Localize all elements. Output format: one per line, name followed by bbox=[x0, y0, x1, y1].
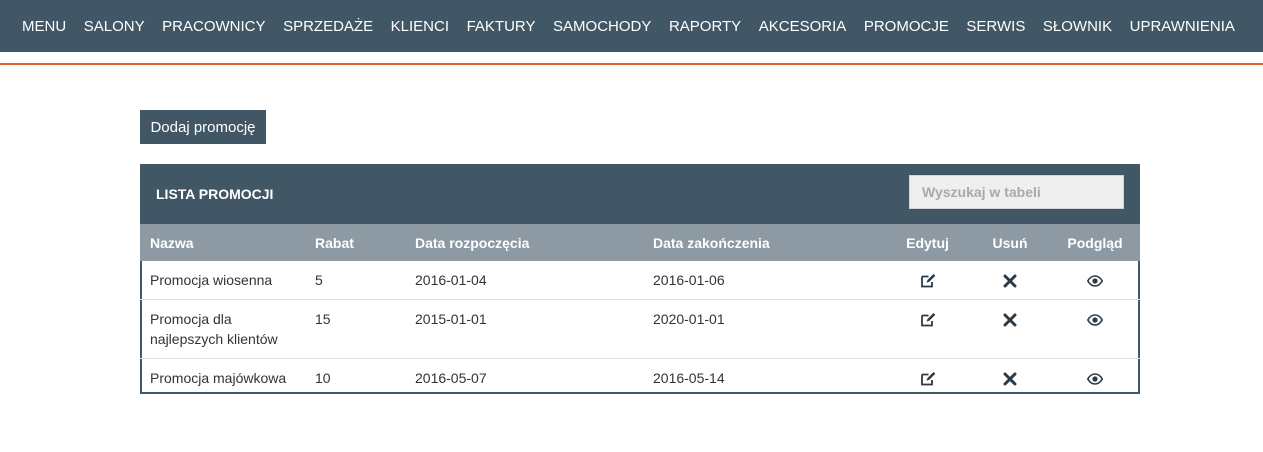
cell-rabat: 15 bbox=[305, 299, 405, 359]
column-header-nazwa[interactable]: Nazwa bbox=[140, 224, 305, 261]
nav-klienci[interactable]: KLIENCI bbox=[391, 18, 449, 35]
cell-data-rozpoczecia: 2016-05-07 bbox=[415, 370, 487, 386]
column-header-rabat[interactable]: Rabat bbox=[305, 224, 405, 261]
nav-pracownicy[interactable]: PRACOWNICY bbox=[162, 18, 265, 35]
close-icon[interactable] bbox=[1002, 371, 1018, 387]
eye-icon[interactable] bbox=[1087, 312, 1103, 328]
cell-delete-button bbox=[970, 299, 1050, 359]
cell-nazwa: Promocja wiosenna bbox=[140, 261, 305, 300]
accent-divider bbox=[0, 63, 1263, 65]
table-search-input[interactable] bbox=[909, 175, 1124, 209]
cell-nazwa: Promocja majówkowa bbox=[150, 370, 287, 386]
cell-nazwa: Promocja dla najlepszych klientów bbox=[140, 299, 305, 359]
cell-view-button bbox=[1050, 261, 1140, 300]
column-header-usun: Usuń bbox=[992, 234, 1028, 251]
cell-rabat: 10 bbox=[315, 370, 331, 386]
panel-title: LISTA PROMOCJI bbox=[156, 186, 274, 202]
nav-akcesoria[interactable]: AKCESORIA bbox=[759, 18, 847, 35]
cell-data-zakonczenia: 2016-05-14 bbox=[653, 370, 725, 386]
close-icon[interactable] bbox=[1002, 312, 1018, 328]
cell-delete-button bbox=[970, 359, 1050, 398]
nav-raporty[interactable]: RAPORTY bbox=[669, 18, 741, 35]
column-header-podglad: Podgląd bbox=[1067, 234, 1123, 251]
cell-rabat: 5 bbox=[305, 261, 405, 300]
cell-edit-button bbox=[885, 261, 970, 300]
promotions-table: Nazwa Rabat Data rozpoczęcia Data zakońc… bbox=[140, 224, 1140, 397]
cell-delete-button bbox=[970, 261, 1050, 300]
nav-salony[interactable]: SALONY bbox=[84, 18, 145, 35]
edit-icon[interactable] bbox=[920, 371, 936, 387]
nav-menu[interactable]: MENU bbox=[22, 18, 66, 35]
nav-uprawnienia[interactable]: UPRAWNIENIA bbox=[1130, 18, 1235, 35]
column-header-data-zakonczenia[interactable]: Data zakończenia bbox=[643, 224, 885, 261]
nav-faktury[interactable]: FAKTURY bbox=[467, 18, 536, 35]
cell-data-rozpoczecia: 2016-01-04 bbox=[405, 261, 643, 300]
nav-slownik[interactable]: SŁOWNIK bbox=[1043, 18, 1112, 35]
table-header-row: Nazwa Rabat Data rozpoczęcia Data zakońc… bbox=[140, 224, 1140, 261]
nav-promocje[interactable]: PROMOCJE bbox=[864, 18, 949, 35]
column-header-edytuj: Edytuj bbox=[906, 234, 949, 251]
edit-icon[interactable] bbox=[920, 273, 936, 289]
nav-serwis[interactable]: SERWIS bbox=[966, 18, 1025, 35]
add-promotion-button[interactable]: Dodaj promocję bbox=[140, 110, 266, 144]
table-body: Promocja wiosenna 5 2016-01-04 2016-01-06 Pr… bbox=[140, 261, 1140, 397]
panel-header: LISTA PROMOCJI bbox=[140, 164, 1140, 224]
nav-sprzedaze[interactable]: SPRZEDAŻE bbox=[283, 18, 373, 35]
edit-icon[interactable] bbox=[920, 312, 936, 328]
cell-view-button bbox=[1050, 359, 1140, 398]
promotions-panel: LISTA PROMOCJI Nazwa Rabat Data rozpoczę… bbox=[140, 164, 1140, 394]
eye-icon[interactable] bbox=[1087, 273, 1103, 289]
eye-icon[interactable] bbox=[1087, 371, 1103, 387]
table-row: Promocja majówkowa 10 2016-05-07 2016-05-14 bbox=[140, 359, 1140, 398]
cell-data-zakonczenia: 2020-01-01 bbox=[643, 299, 885, 359]
table-row: Promocja wiosenna 5 2016-01-04 2016-01-06 bbox=[140, 261, 1140, 300]
cell-edit-button bbox=[885, 299, 970, 359]
cell-data-zakonczenia: 2016-01-06 bbox=[643, 261, 885, 300]
top-navbar: MENU SALONY PRACOWNICY SPRZEDAŻE KLIENCI FAKT… bbox=[0, 0, 1263, 52]
cell-data-rozpoczecia: 2015-01-01 bbox=[405, 299, 643, 359]
nav-samochody[interactable]: SAMOCHODY bbox=[553, 18, 651, 35]
close-icon[interactable] bbox=[1002, 273, 1018, 289]
cell-edit-button bbox=[885, 359, 970, 398]
column-header-data-rozpoczecia[interactable]: Data rozpoczęcia bbox=[405, 224, 643, 261]
cell-view-button bbox=[1050, 299, 1140, 359]
table-row: Promocja dla najlepszych klientów 15 2015-… bbox=[140, 299, 1140, 359]
